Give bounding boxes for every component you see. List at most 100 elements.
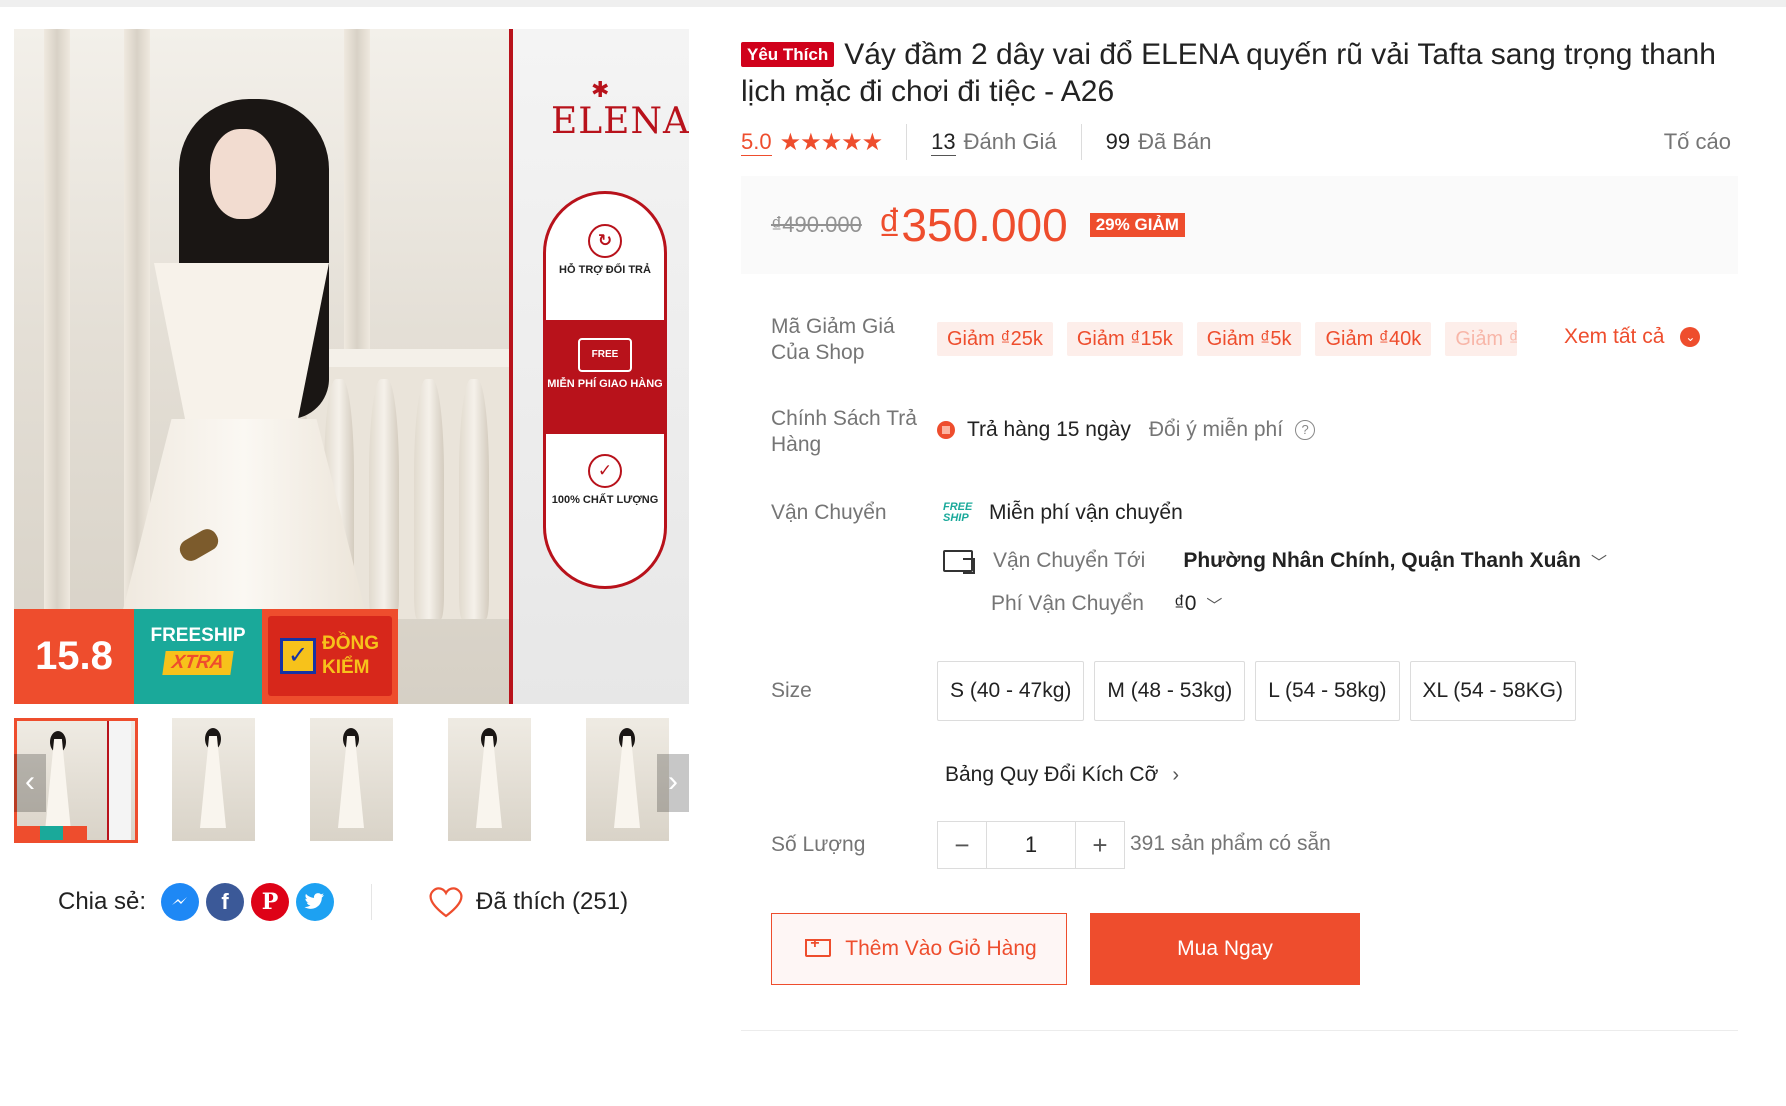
ship-to-address-dropdown[interactable]: Phường Nhân Chính, Quận Thanh Xuân: [1183, 549, 1581, 573]
help-icon[interactable]: ?: [1295, 420, 1316, 440]
see-all-vouchers-button[interactable]: Xem tất cả ⌄: [1564, 325, 1701, 349]
dong-kiem-label: ĐỒNG KIỂM: [322, 632, 379, 680]
thumbnail-strip: ‹ ›: [14, 718, 689, 843]
messenger-icon[interactable]: [161, 883, 200, 921]
chevron-down-icon[interactable]: ﹀: [1591, 549, 1607, 573]
heart-icon: [429, 887, 463, 918]
badge-label: MIỄN PHÍ GIAO HÀNG: [547, 378, 663, 390]
xtra-label: XTRA: [162, 651, 234, 675]
decrease-quantity-button[interactable]: −: [938, 822, 986, 868]
promo-dong-kiem: ✓ ĐỒNG KIỂM: [262, 609, 398, 704]
voucher-chip[interactable]: Giảm ₫: [1445, 322, 1518, 356]
promo-freeship: FREESHIP XTRA: [134, 609, 262, 704]
main-product-image[interactable]: ✱ ELENA ↻ HỖ TRỢ ĐỔI TRẢ FREE MIỄN PHÍ G…: [14, 29, 689, 704]
review-label: Đánh Giá: [963, 129, 1057, 154]
promo-strip: 15.8 FREESHIP XTRA ✓ ĐỒNG KIỂM: [14, 609, 398, 704]
size-option-xl[interactable]: XL (54 - 58KG): [1409, 661, 1576, 721]
baluster: [369, 379, 399, 619]
thumbnail-next-button[interactable]: ›: [657, 754, 689, 812]
voucher-chip[interactable]: Giảm ₫15k: [1066, 322, 1183, 356]
thumb-brand-strip: [107, 721, 131, 840]
discount-badge: 29% GIẢM: [1089, 213, 1185, 237]
background-pillar: [44, 29, 70, 649]
return-days: Trả hàng 15 ngày: [967, 418, 1131, 441]
thumb-figure: [338, 736, 364, 828]
stat-divider: [1080, 124, 1082, 160]
thumbnail-4[interactable]: [448, 718, 531, 841]
size-option-m[interactable]: M (48 - 53kg): [1094, 661, 1246, 721]
brand-star-icon: ✱: [591, 77, 610, 102]
size-option-s[interactable]: S (40 - 47kg): [937, 661, 1085, 721]
free-shipping-row: FREE SHIP Miễn phí vận chuyển: [943, 501, 1183, 525]
ship-to-label: Vận Chuyển Tới: [993, 549, 1146, 572]
add-to-cart-button[interactable]: Thêm Vào Giỏ Hàng: [771, 913, 1067, 985]
return-policy: Trả hàng 15 ngày Đổi ý miễn phí ?: [937, 418, 1316, 442]
size-option-l[interactable]: L (54 - 58kg): [1255, 661, 1400, 721]
return-note: Đổi ý miễn phí: [1148, 418, 1284, 441]
badge-label: HỖ TRỢ ĐỔI TRẢ: [559, 264, 651, 276]
buy-now-label: Mua Ngay: [1177, 937, 1273, 960]
facebook-icon[interactable]: f: [206, 883, 245, 921]
section-divider: [741, 1030, 1738, 1031]
buy-now-button[interactable]: Mua Ngay: [1090, 913, 1360, 985]
voucher-chip[interactable]: Giảm ₫5k: [1196, 322, 1302, 356]
size-options: S (40 - 47kg) M (48 - 53kg) L (54 - 58kg…: [937, 661, 1586, 721]
cart-plus-icon: [801, 935, 832, 962]
size-chart-link[interactable]: Bảng Quy Đổi Kích Cỡ ›: [945, 763, 1179, 787]
dong-kiem-box: ✓ ĐỒNG KIỂM: [268, 616, 392, 696]
thumb-figure: [200, 736, 226, 828]
badge-free-shipping: FREE MIỄN PHÍ GIAO HÀNG: [546, 320, 664, 434]
voucher-list: Giảm ₫25k Giảm ₫15k Giảm ₫5k Giảm ₫40k G…: [937, 322, 1531, 356]
freeship-logo-line2: SHIP: [943, 512, 969, 524]
review-count[interactable]: 13: [931, 129, 956, 156]
original-price: ₫490.000: [771, 212, 862, 237]
share-like-divider: [371, 884, 372, 920]
thumb-figure: [476, 736, 502, 828]
see-all-label: Xem tất cả: [1564, 325, 1665, 348]
add-to-cart-label: Thêm Vào Giỏ Hàng: [845, 937, 1037, 960]
increase-quantity-button[interactable]: +: [1076, 822, 1124, 868]
stock-available: 391 sản phẩm có sẵn: [1130, 832, 1331, 855]
free-truck-icon: FREE: [578, 338, 632, 372]
voucher-chip[interactable]: Giảm ₫25k: [937, 322, 1053, 356]
rating-value[interactable]: 5.0: [741, 129, 772, 156]
badge-quality: ✓ 100% CHẤT LƯỢNG: [546, 454, 664, 507]
chevron-down-icon: ⌄: [1680, 327, 1701, 347]
box-return-icon: ↻: [588, 224, 622, 258]
share-section: Chia sẻ: f P: [58, 880, 335, 924]
thumb-promo-strip: [17, 826, 87, 840]
chevron-down-icon[interactable]: ﹀: [1206, 592, 1222, 616]
sold-count: 99: [1105, 129, 1131, 154]
return-box-icon: [937, 421, 955, 439]
thumbnail-3[interactable]: [310, 718, 393, 841]
quantity-input[interactable]: 1: [986, 822, 1076, 868]
like-button[interactable]: Đã thích (251): [428, 880, 628, 924]
twitter-icon[interactable]: [296, 883, 335, 921]
like-count-label: Đã thích (251): [476, 888, 629, 915]
thumbnail-prev-button[interactable]: ‹: [14, 754, 46, 812]
thumb-figure: [614, 736, 640, 828]
baluster: [414, 379, 444, 619]
rating-stars-icon: ★★★★★: [779, 128, 884, 156]
thumbnail-2[interactable]: [172, 718, 255, 841]
voucher-chip[interactable]: Giảm ₫40k: [1315, 322, 1432, 356]
quality-badge-icon: ✓: [588, 454, 622, 488]
shipping-fee-label: Phí Vận Chuyển: [991, 592, 1144, 615]
background-pillar: [344, 29, 370, 359]
share-label: Chia sẻ:: [58, 888, 147, 915]
product-title-row: Yêu Thích Váy đầm 2 dây vai đổ ELENA quyế…: [741, 36, 1741, 110]
quantity-label: Số Lượng: [771, 833, 866, 856]
product-stats: 5.0 ★★★★★ 13 Đánh Giá 99 Đã Bán Tố cáo: [741, 124, 1731, 160]
favorite-badge: Yêu Thích: [741, 42, 835, 67]
dong-kiem-line1: ĐỒNG: [322, 633, 379, 654]
price-box: ₫490.000 ₫350.000 29% GIẢM: [741, 176, 1738, 274]
product-title: Váy đầm 2 dây vai đổ ELENA quyến rũ vải …: [741, 38, 1716, 108]
pinterest-icon[interactable]: P: [251, 883, 290, 921]
checkmark-icon: ✓: [280, 638, 316, 674]
report-link[interactable]: Tố cáo: [1664, 129, 1731, 155]
shipping-fee-dropdown[interactable]: ₫0: [1174, 592, 1196, 616]
top-divider: [0, 0, 1786, 7]
shipping-label: Vận Chuyển: [771, 501, 887, 524]
brand-name: ELENA: [551, 101, 689, 142]
truck-icon: [943, 550, 975, 574]
